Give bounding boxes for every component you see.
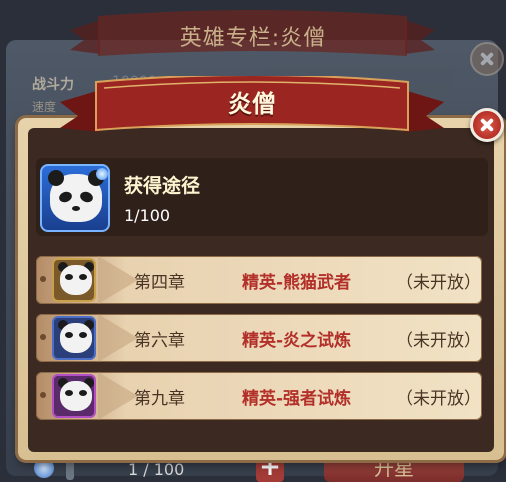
source-title: 获得途径 [124,175,201,197]
row-hero-portrait [52,316,96,360]
background-progress-bar [66,458,74,480]
panda-eye-right [79,390,87,396]
status-label: （未开放） [396,331,481,351]
chapter-label: 第九章 [134,389,185,409]
panda-eye-left [65,390,73,396]
background-title: 英雄专栏:炎僧 [179,26,327,51]
row-hero-portrait [52,258,96,302]
panda-nose [72,206,80,211]
soul-gem-icon [34,458,54,478]
stage-label: 精英-炎之试炼 [242,331,352,351]
panda-eye-right [79,332,87,338]
stage-label: 精英-强者试炼 [242,389,352,409]
source-row-chapter-4[interactable]: 第四章 精英-熊猫武者 （未开放） [36,256,482,304]
background-speed-label: 速度 [32,100,57,114]
pin-icon [40,276,46,282]
panda-eye-right [78,190,95,204]
panda-ear-left [48,170,64,186]
gem-badge-icon [96,168,108,180]
background-fragment-count: 1 / 100 [128,460,185,479]
chapter-label: 第六章 [134,331,185,351]
pin-icon [40,334,46,340]
panda-face-icon [60,323,92,353]
fragment-count: 1/100 [124,206,171,225]
row-arrow-decoration [98,314,138,362]
background-close-icon [470,42,504,76]
chapter-label: 第四章 [134,273,185,293]
panda-eye-left [65,332,73,338]
stage-label: 精英-熊猫武者 [242,273,352,293]
panda-face-icon [60,381,92,411]
panda-eye-right [79,274,87,280]
source-row-chapter-6[interactable]: 第六章 精英-炎之试炼 （未开放） [36,314,482,362]
row-arrow-decoration [98,372,138,420]
panda-face-icon [60,265,92,295]
close-button[interactable] [470,108,504,142]
panda-face-icon [48,170,104,222]
dialog-title: 炎僧 [228,90,276,118]
pin-icon [40,392,46,398]
panda-eye-left [57,190,74,204]
status-label: （未开放） [396,389,481,409]
source-row-chapter-9[interactable]: 第九章 精英-强者试炼 （未开放） [36,372,482,420]
panda-eye-left [65,274,73,280]
status-label: （未开放） [396,273,481,293]
row-hero-portrait [52,374,96,418]
row-arrow-decoration [98,256,138,304]
